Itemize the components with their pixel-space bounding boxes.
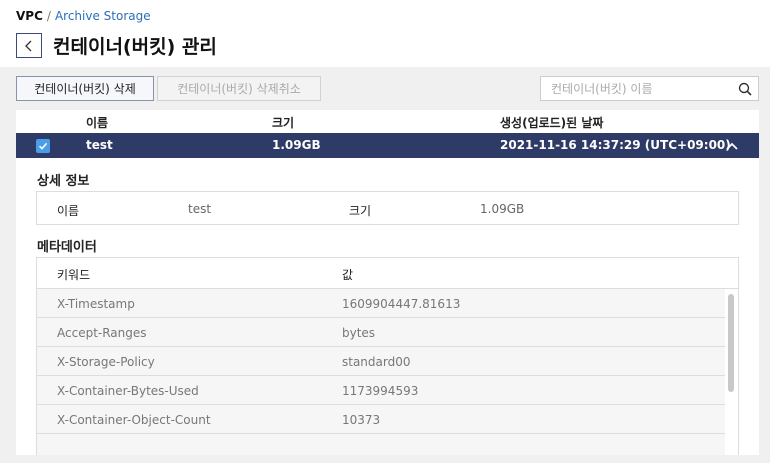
metadata-table: 키워드 값 X-Timestamp 1609904447.81613 Accep…: [36, 257, 739, 455]
row-size: 1.09GB: [272, 138, 321, 152]
page-title: 컨테이너(버킷) 관리: [53, 36, 217, 58]
metadata-key: X-Container-Object-Count: [57, 413, 211, 427]
metadata-key: X-Timestamp: [57, 297, 135, 311]
grid-header: 이름 크기 생성(업로드)된 날짜: [16, 110, 759, 133]
column-header-created[interactable]: 생성(업로드)된 날짜: [500, 114, 603, 131]
table-row: Accept-Ranges bytes: [37, 318, 725, 347]
column-header-name[interactable]: 이름: [86, 114, 108, 131]
table-row-partial: [37, 434, 725, 455]
breadcrumb-current[interactable]: Archive Storage: [55, 9, 151, 23]
metadata-rows: X-Timestamp 1609904447.81613 Accept-Rang…: [37, 289, 725, 455]
metadata-value-header: 값: [342, 268, 354, 282]
delete-container-button[interactable]: 컨테이너(버킷) 삭제: [16, 76, 154, 101]
back-button[interactable]: [16, 33, 42, 58]
table-row: X-Storage-Policy standard00: [37, 347, 725, 376]
column-header-size[interactable]: 크기: [272, 114, 294, 131]
metadata-value: 1173994593: [342, 384, 419, 398]
table-row: X-Timestamp 1609904447.81613: [37, 289, 725, 318]
metadata-key: X-Container-Bytes-Used: [57, 384, 199, 398]
search-box: [540, 76, 759, 101]
toolbar: 컨테이너(버킷) 삭제 컨테이너(버킷) 삭제취소: [0, 67, 770, 109]
row-created: 2021-11-16 14:37:29 (UTC+09:00): [500, 138, 731, 152]
metadata-title: 메타데이터: [37, 240, 97, 255]
metadata-key: X-Storage-Policy: [57, 355, 155, 369]
metadata-value: bytes: [342, 326, 376, 340]
metadata-key: Accept-Ranges: [57, 326, 147, 340]
metadata-value: 1609904447.81613: [342, 297, 461, 311]
table-row[interactable]: test 1.09GB 2021-11-16 14:37:29 (UTC+09:…: [16, 133, 759, 158]
details-box: 이름 test 크기 1.09GB: [36, 191, 739, 225]
metadata-scrollbar[interactable]: [726, 290, 738, 455]
row-name: test: [86, 138, 113, 152]
undo-delete-container-button[interactable]: 컨테이너(버킷) 삭제취소: [157, 76, 321, 101]
details-name-value: test: [188, 202, 212, 216]
metadata-header: 키워드 값: [37, 258, 738, 289]
detail-panel: 상세 정보 이름 test 크기 1.09GB 메타데이터 키워드 값 X-Ti…: [16, 158, 759, 455]
row-checkbox[interactable]: [36, 139, 50, 153]
check-icon: [38, 142, 48, 150]
metadata-key-header: 키워드: [57, 268, 91, 282]
search-icon[interactable]: [732, 82, 758, 96]
details-title: 상세 정보: [37, 174, 90, 189]
metadata-value: 10373: [342, 413, 381, 427]
table-row: X-Container-Bytes-Used 1173994593: [37, 376, 725, 405]
breadcrumb-root[interactable]: VPC: [16, 9, 43, 23]
table-row: X-Container-Object-Count 10373: [37, 405, 725, 434]
scrollbar-thumb[interactable]: [728, 294, 734, 392]
search-input[interactable]: [541, 81, 732, 96]
details-name-label: 이름: [57, 204, 80, 218]
chevron-left-icon: [25, 40, 32, 51]
chevron-up-icon[interactable]: [725, 139, 739, 153]
breadcrumb-separator: /: [46, 9, 51, 23]
breadcrumb: VPC / Archive Storage: [16, 9, 151, 23]
header: VPC / Archive Storage 컨테이너(버킷) 관리: [0, 0, 770, 67]
details-size-label: 크기: [349, 204, 372, 218]
details-size-value: 1.09GB: [480, 202, 525, 216]
metadata-value: standard00: [342, 355, 411, 369]
